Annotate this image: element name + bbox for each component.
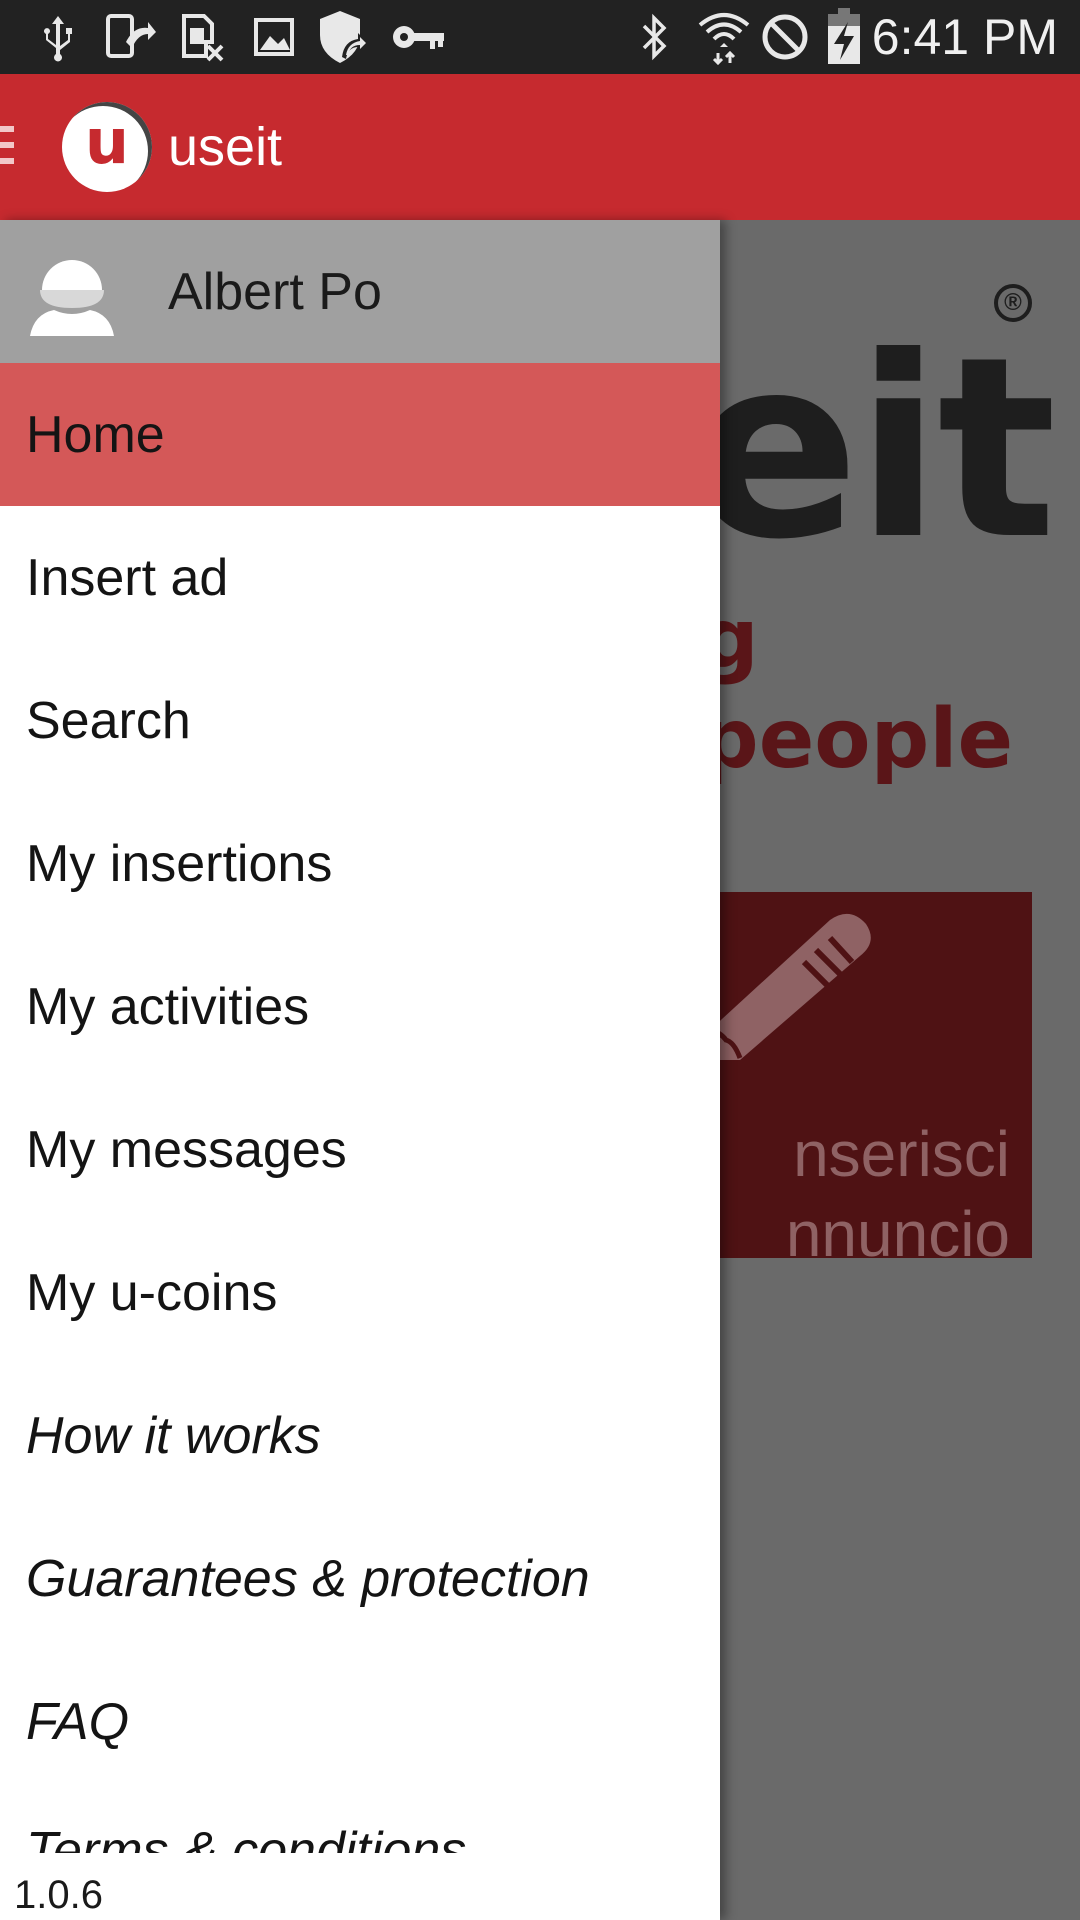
- menu-item-search[interactable]: Search: [0, 649, 720, 792]
- key-icon: [390, 12, 446, 62]
- user-avatar-icon: [30, 260, 114, 336]
- do-not-disturb-icon: [760, 12, 810, 62]
- menu-item-home[interactable]: Home: [0, 363, 720, 506]
- menu-item-how-it-works[interactable]: How it works: [0, 1364, 720, 1507]
- menu-item-faq[interactable]: FAQ: [0, 1650, 720, 1793]
- insert-ad-card-line1: nserisci: [793, 1118, 1010, 1190]
- usb-icon: [38, 12, 78, 62]
- wifi-icon: [696, 12, 752, 65]
- navigation-drawer: Albert Po Home Insert ad Search My inser…: [0, 220, 720, 1920]
- insert-ad-card-line2: nnuncio: [785, 1198, 1010, 1270]
- image-icon: [252, 12, 296, 62]
- app-bar: u useit: [0, 74, 1080, 220]
- menu-item-guarantees[interactable]: Guarantees & protection: [0, 1507, 720, 1650]
- status-bar: 6:41 PM: [0, 0, 1080, 74]
- user-name: Albert Po: [168, 263, 382, 321]
- app-logo[interactable]: u: [62, 102, 152, 192]
- menu-item-my-insertions[interactable]: My insertions: [0, 792, 720, 935]
- menu-item-terms[interactable]: Terms & conditions: [0, 1793, 720, 1853]
- app-version: 1.0.6: [14, 1870, 103, 1920]
- drawer-user-header[interactable]: Albert Po: [0, 220, 720, 363]
- hamburger-menu-icon[interactable]: [0, 126, 14, 170]
- phone-transfer-icon: [104, 12, 156, 62]
- clock: 6:41 PM: [871, 9, 1058, 65]
- menu-item-my-u-coins[interactable]: My u-coins: [0, 1221, 720, 1364]
- battery-charging-icon: [826, 8, 862, 64]
- insert-ad-card-label: nserisci nnuncio: [680, 1114, 1010, 1274]
- drawer-menu: Home Insert ad Search My insertions My a…: [0, 363, 720, 1853]
- sim-blocked-icon: [178, 12, 226, 62]
- brand-tagline: g people: [700, 592, 1014, 787]
- brand-logo-text: eit: [690, 303, 1057, 594]
- bluetooth-icon: [638, 12, 672, 62]
- shield-icon: [316, 11, 370, 63]
- app-title[interactable]: useit: [168, 112, 282, 182]
- insert-ad-card[interactable]: nserisci nnuncio: [680, 892, 1032, 1270]
- menu-item-my-activities[interactable]: My activities: [0, 935, 720, 1078]
- logo-letter: u: [84, 105, 130, 178]
- menu-item-insert-ad[interactable]: Insert ad: [0, 506, 720, 649]
- menu-item-my-messages[interactable]: My messages: [0, 1078, 720, 1221]
